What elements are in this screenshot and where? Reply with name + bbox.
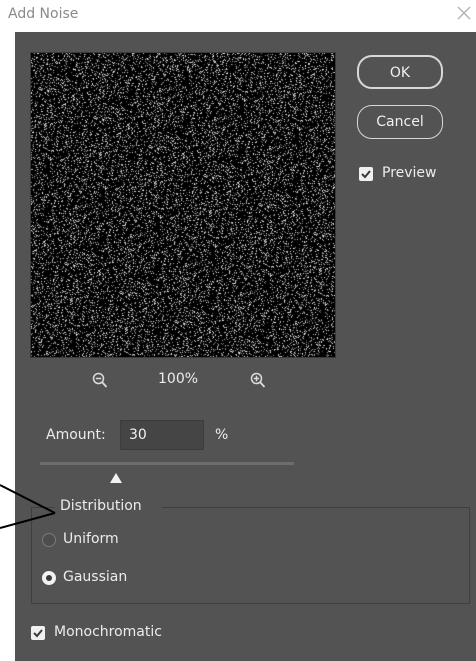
uniform-label: Uniform (63, 531, 119, 547)
ok-button[interactable]: OK (357, 55, 443, 89)
cancel-button[interactable]: Cancel (357, 105, 443, 139)
monochromatic-label: Monochromatic (54, 624, 162, 640)
amount-slider-track[interactable] (40, 462, 294, 465)
checkmark-icon (361, 170, 371, 179)
zoom-out-icon[interactable] (92, 372, 108, 390)
close-icon[interactable] (454, 3, 474, 23)
zoom-level: 100% (158, 371, 199, 387)
window-edge (0, 32, 15, 661)
monochromatic-checkbox[interactable] (31, 626, 45, 640)
distribution-group (31, 507, 470, 604)
dialog-title: Add Noise (8, 6, 79, 22)
uniform-radio[interactable] (42, 533, 56, 547)
gaussian-radio[interactable] (42, 571, 56, 585)
amount-slider-thumb[interactable] (109, 469, 123, 483)
preview-label: Preview (382, 165, 437, 181)
title-bar: Add Noise (0, 0, 476, 32)
preview-checkbox[interactable] (359, 167, 373, 181)
zoom-in-icon[interactable] (250, 372, 266, 390)
amount-label: Amount: (46, 427, 106, 443)
gaussian-label: Gaussian (63, 569, 128, 585)
distribution-legend: Distribution (60, 498, 142, 514)
amount-unit: % (215, 427, 229, 443)
amount-input[interactable]: 30 (120, 420, 204, 450)
noise-preview[interactable] (30, 52, 336, 358)
checkmark-icon (33, 629, 43, 638)
annotation-arrow-icon (0, 470, 60, 530)
